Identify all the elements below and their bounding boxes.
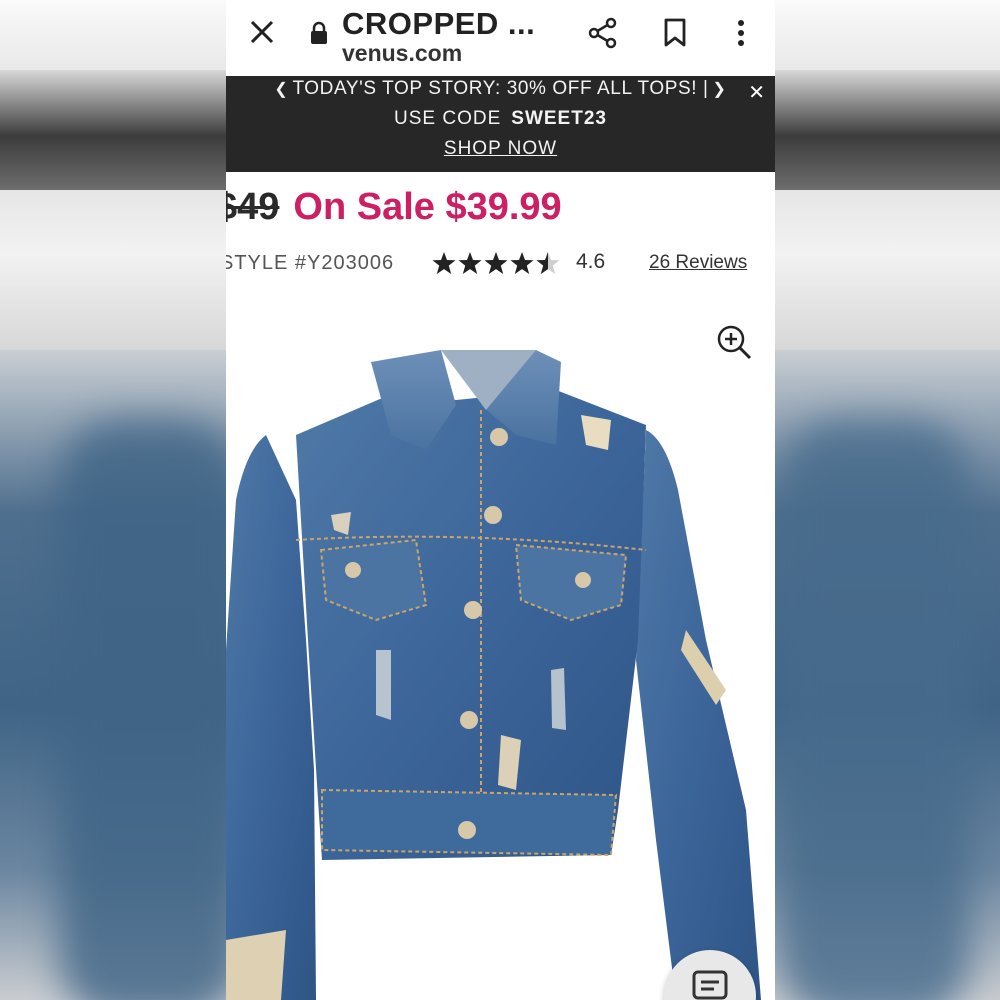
more-icon[interactable] — [726, 14, 756, 52]
chat-icon — [692, 970, 728, 1000]
chevron-left-icon[interactable]: ❮ — [270, 81, 292, 98]
rating-value: 4.6 — [576, 250, 606, 273]
promo-headline: TODAY'S TOP STORY: 30% OFF ALL TOPS! | — [292, 78, 709, 99]
chevron-right-icon[interactable]: ❯ — [709, 81, 731, 98]
product-meta: STYLE #Y203006 4.6 26 Reviews — [226, 250, 775, 280]
promo-code: SWEET23 — [511, 108, 607, 129]
page-url[interactable]: venus.com — [342, 40, 462, 67]
promo-code-label: USE CODE — [394, 108, 502, 129]
style-number: STYLE #Y203006 — [226, 252, 395, 274]
promo-banner: ❮ TODAY'S TOP STORY: 30% OFF ALL TOPS! | ❯… — [226, 76, 775, 172]
bookmark-icon[interactable] — [656, 14, 694, 52]
lock-icon — [308, 20, 330, 46]
phone-screen: CROPPED ... venus.com ❮ TODAY'S TOP STORY… — [226, 0, 775, 1000]
page-title: CROPPED ... — [342, 6, 536, 41]
shop-now-link[interactable]: SHOP NOW — [444, 138, 557, 159]
browser-toolbar: CROPPED ... venus.com — [226, 0, 775, 76]
zoom-in-icon[interactable] — [714, 322, 754, 362]
share-icon[interactable] — [584, 14, 622, 52]
reviews-link[interactable]: 26 Reviews — [649, 252, 747, 274]
product-image[interactable] — [226, 340, 775, 1000]
chat-button[interactable] — [664, 950, 756, 1000]
close-icon[interactable]: ✕ — [748, 80, 765, 105]
star-rating — [432, 250, 562, 283]
price-row: $49 On Sale $39.99 — [226, 186, 562, 229]
sale-price: On Sale $39.99 — [293, 186, 562, 228]
close-icon[interactable] — [244, 14, 280, 50]
original-price: $49 — [226, 186, 280, 228]
promo-code-line: USE CODE SWEET23 — [226, 108, 775, 130]
